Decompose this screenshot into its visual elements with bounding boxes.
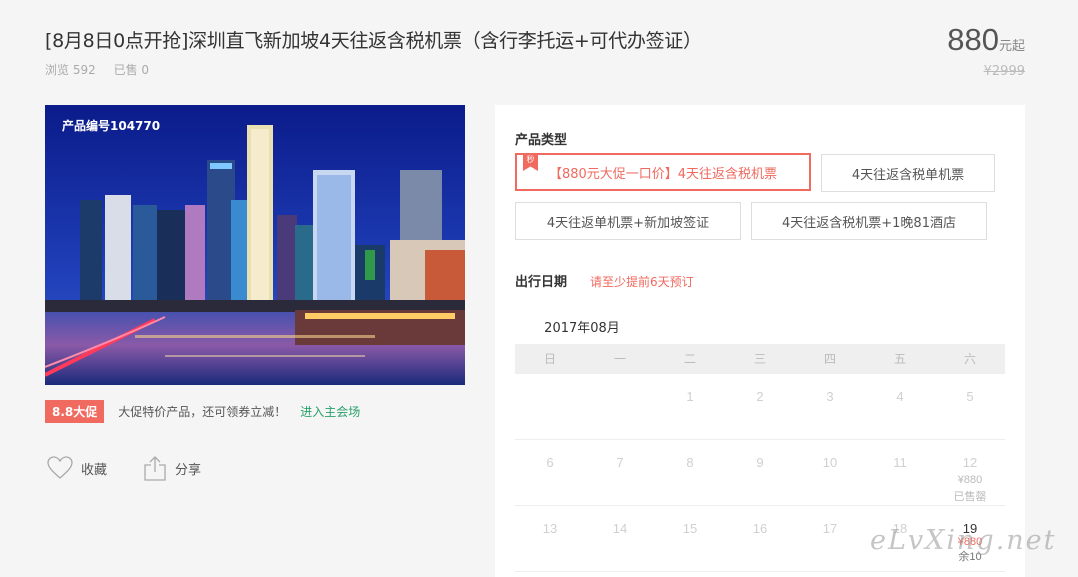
price-box: 880元起 ¥2999 xyxy=(947,22,1025,79)
original-price: ¥2999 xyxy=(983,64,1025,79)
calendar-day: 3 xyxy=(826,389,834,404)
weekday: 五 xyxy=(893,352,906,366)
day-number: 12 xyxy=(962,455,978,470)
singapore-skyline-image xyxy=(45,105,465,385)
calendar-day: 7 xyxy=(616,455,624,470)
product-stats: 浏览 592 已售 0 xyxy=(45,61,163,78)
flash-sale-flag: 秒 xyxy=(523,153,538,171)
calendar-day: 16 xyxy=(752,521,768,536)
calendar-day-sold-out: 12 ¥880 已售罄 xyxy=(935,440,1005,505)
share-button[interactable]: 分享 xyxy=(143,455,201,481)
calendar-day: 11 xyxy=(893,455,907,470)
option-label: 4天往返单机票+新加坡签证 xyxy=(546,215,710,231)
calendar-day: 2 xyxy=(756,389,764,404)
calendar-week: 6 7 8 9 10 11 12 ¥880 已售罄 xyxy=(515,440,1005,506)
weekday: 一 xyxy=(613,352,626,366)
product-photo[interactable]: 产品编号104770 xyxy=(45,105,465,385)
calendar-week: 1 2 3 4 5 xyxy=(515,374,1005,440)
travel-date-label: 出行日期 xyxy=(515,275,568,290)
weekday: 六 xyxy=(963,352,976,366)
option-label: 【880元大促一口价】4天往返含税机票 xyxy=(548,166,778,182)
calendar-day: 1 xyxy=(686,389,694,404)
booking-panel: 产品类型 秒 【880元大促一口价】4天往返含税机票 4天往返含税单机票 4天往… xyxy=(495,105,1025,577)
calendar-day xyxy=(585,374,655,439)
heart-icon xyxy=(47,456,73,479)
current-price: 880元起 xyxy=(947,22,1025,58)
share-label: 分享 xyxy=(175,462,202,478)
product-type-label: 产品类型 xyxy=(515,133,568,148)
option-ticket-hotel[interactable]: 4天往返含税机票+1晚81酒店 xyxy=(751,202,987,240)
date-hint: 请至少提前6天预订 xyxy=(590,275,694,289)
favorite-button[interactable]: 收藏 xyxy=(47,456,107,480)
product-title: [8月8日0点开抢]深圳直飞新加坡4天往返含税机票（含行李托运+可代办签证） xyxy=(45,30,702,52)
calendar-day: 15 xyxy=(682,521,698,536)
option-ticket-only[interactable]: 4天往返含税单机票 xyxy=(821,154,995,192)
calendar-day: 5 xyxy=(966,389,974,404)
promo-bar: 8.8大促 大促特价产品，还可领券立减！ 进入主会场 xyxy=(45,400,360,423)
calendar-day: 13 xyxy=(542,521,558,536)
weekday: 日 xyxy=(543,352,556,366)
option-promo-ticket[interactable]: 秒 【880元大促一口价】4天往返含税机票 xyxy=(515,153,811,191)
option-label: 4天往返含税单机票 xyxy=(851,167,965,183)
weekday: 四 xyxy=(823,352,836,366)
day-status: 已售罄 xyxy=(953,491,987,503)
product-code: 产品编号104770 xyxy=(62,119,161,133)
weekday: 二 xyxy=(683,352,696,366)
month-tab[interactable]: 2017年08月 xyxy=(532,317,632,346)
main-venue-link[interactable]: 进入主会场 xyxy=(300,403,360,420)
weekday: 三 xyxy=(753,352,766,366)
calendar-day: 9 xyxy=(756,455,764,470)
calendar-day xyxy=(515,374,585,439)
calendar-weekday-header: 日 一 二 三 四 五 六 xyxy=(515,344,1005,374)
calendar-day: 14 xyxy=(612,521,628,536)
calendar-day: 4 xyxy=(896,389,904,404)
day-price: ¥880 xyxy=(957,474,983,486)
promo-badge: 8.8大促 xyxy=(45,400,105,423)
promo-text: 大促特价产品，还可领券立减！ xyxy=(118,405,287,419)
calendar-day: 17 xyxy=(822,521,838,536)
action-bar: 收藏 分享 xyxy=(47,455,237,481)
calendar-day: 8 xyxy=(686,455,694,470)
calendar-day: 6 xyxy=(546,455,554,470)
price-value: 880 xyxy=(947,22,999,57)
price-unit: 元起 xyxy=(998,38,1025,53)
calendar-day: 10 xyxy=(822,455,838,470)
share-icon xyxy=(144,456,166,481)
views-count: 浏览 592 xyxy=(45,63,96,77)
option-ticket-visa[interactable]: 4天往返单机票+新加坡签证 xyxy=(515,202,741,240)
option-label: 4天往返含税机票+1晚81酒店 xyxy=(782,215,956,231)
favorite-label: 收藏 xyxy=(81,462,108,478)
sold-count: 已售 0 xyxy=(113,63,150,77)
watermark: eLvXing.net xyxy=(870,525,1057,556)
